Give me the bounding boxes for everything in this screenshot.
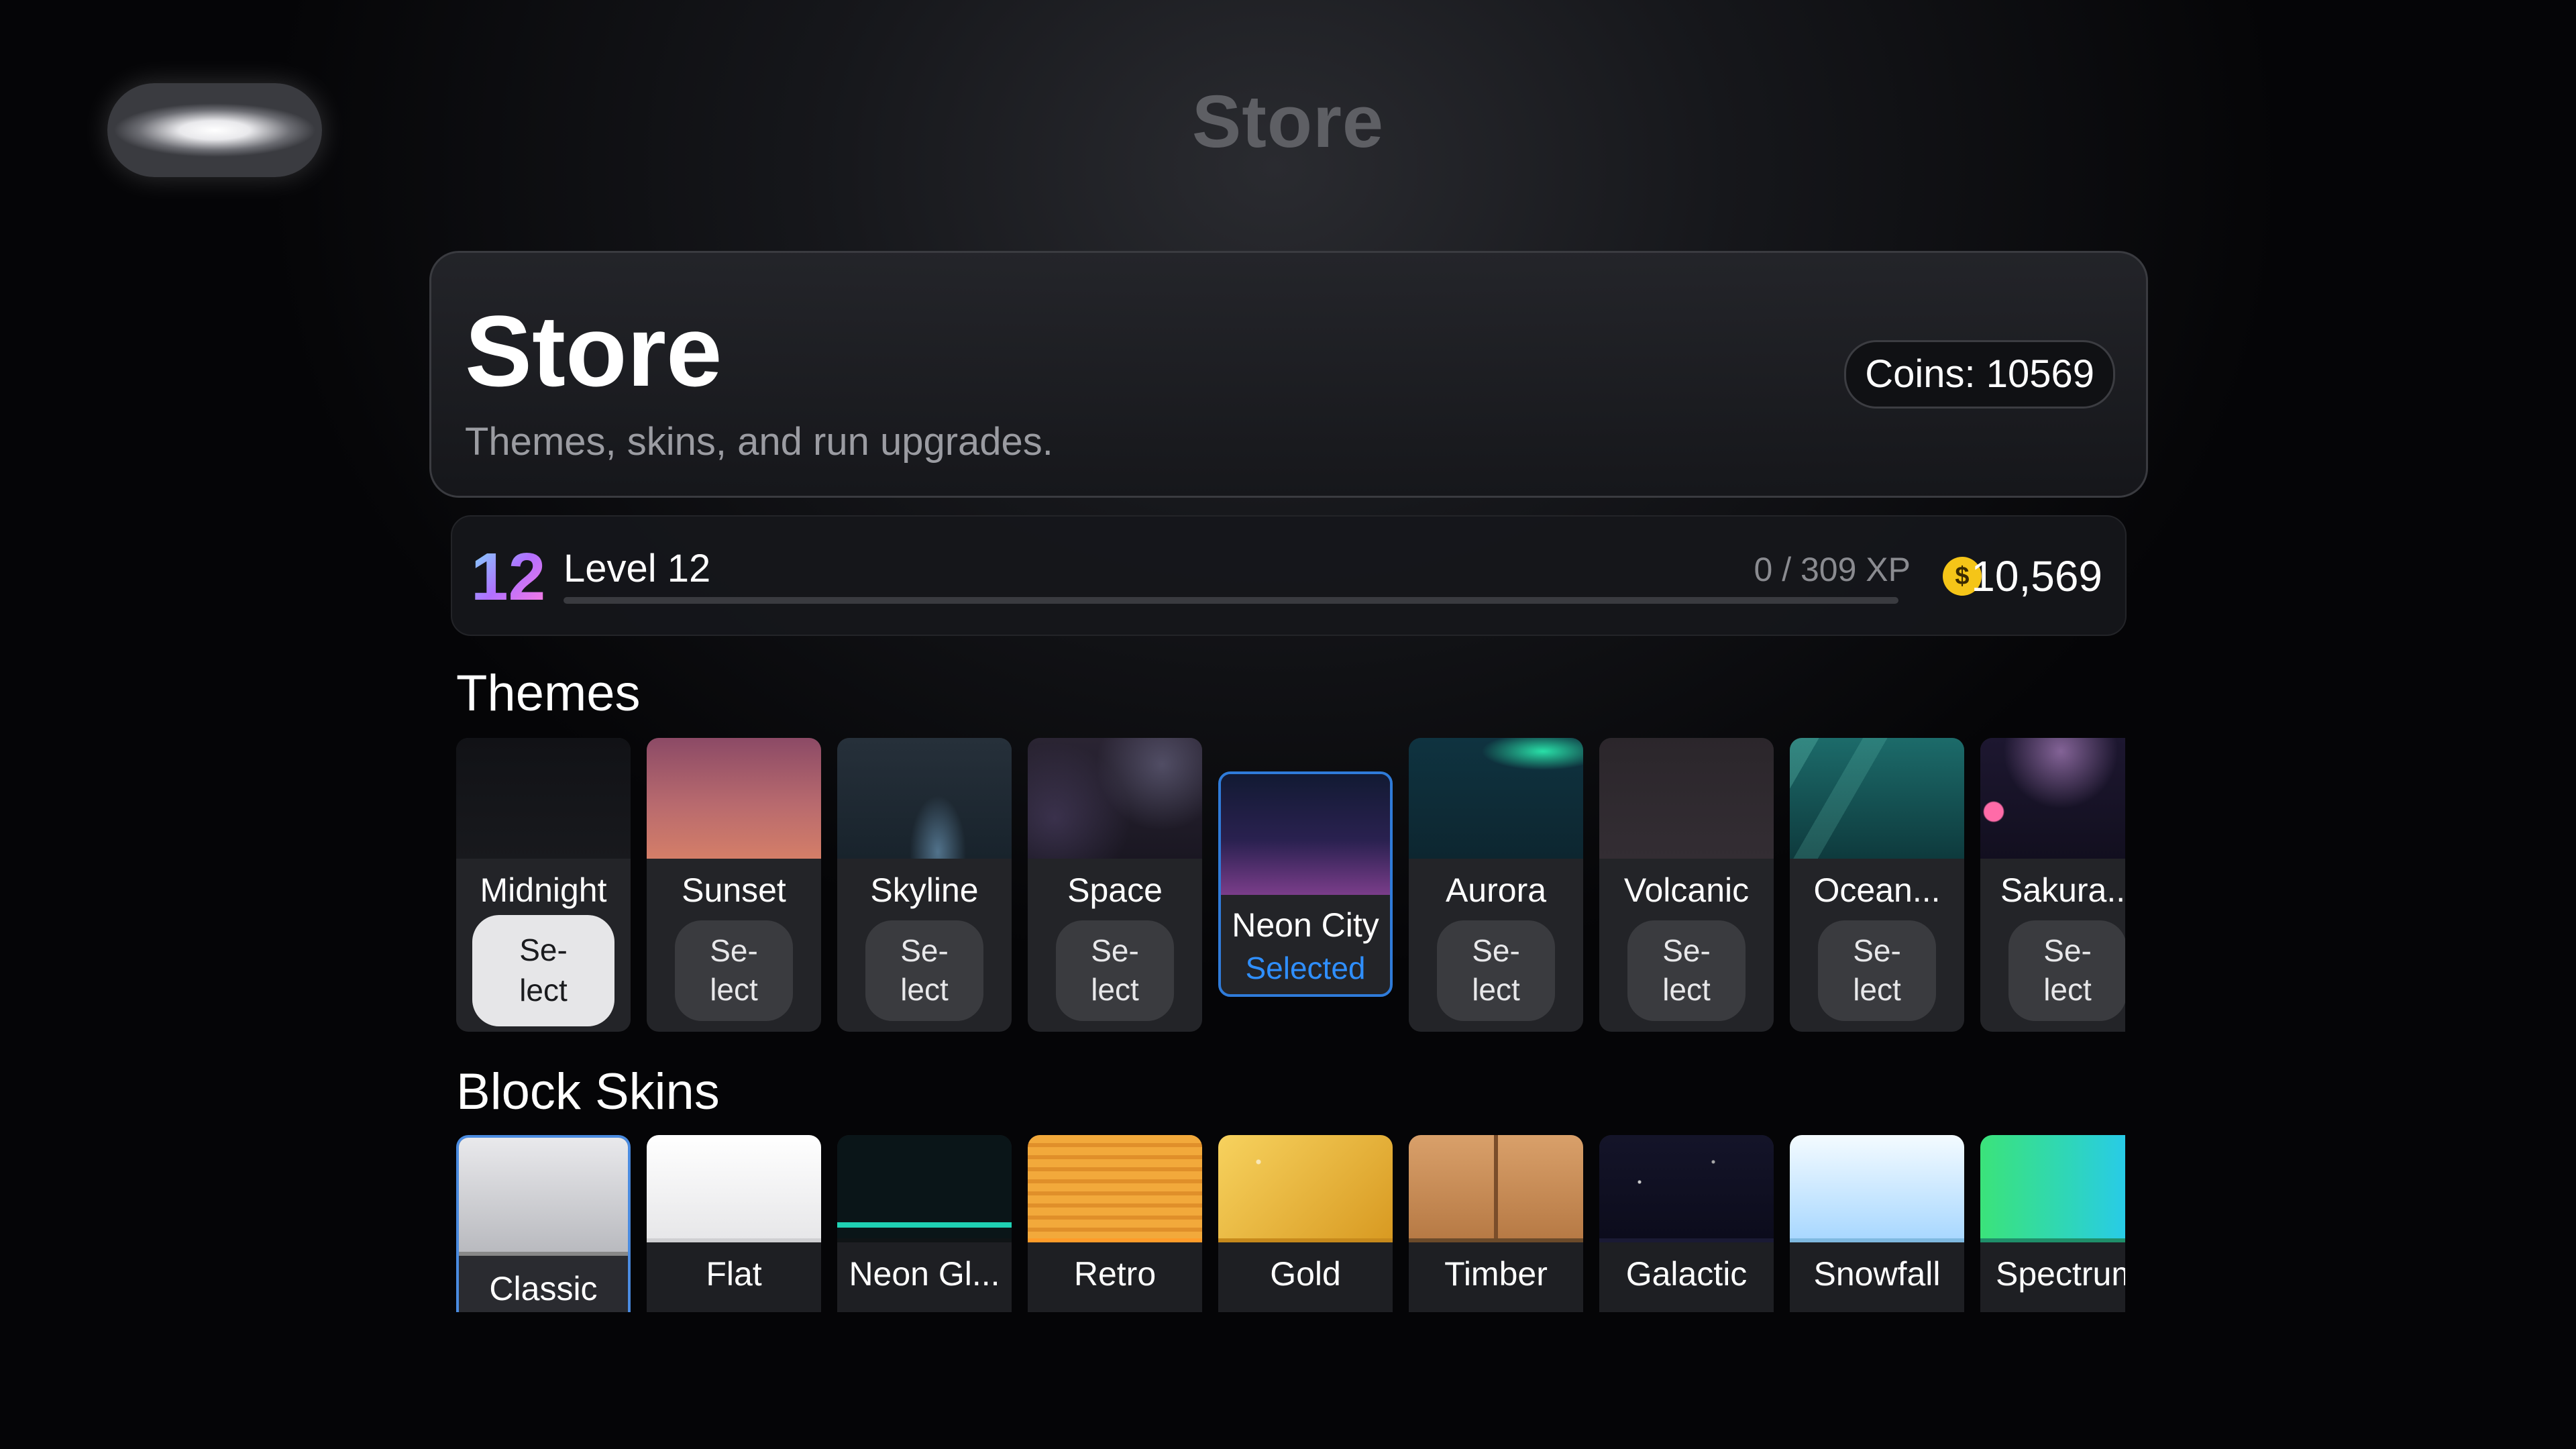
- theme-thumbnail: [1028, 738, 1202, 859]
- level-progress-card: 12 Level 12 0 / 309 XP $ 10,569: [451, 515, 2127, 636]
- skin-name: Galactic: [1625, 1255, 1748, 1293]
- theme-card[interactable]: Neon City Selected: [1218, 771, 1393, 997]
- theme-name: Midnight: [480, 871, 607, 909]
- theme-card[interactable]: Sunset Se- lect: [647, 738, 821, 1032]
- skin-card[interactable]: Snowfall: [1790, 1135, 1964, 1312]
- theme-card[interactable]: Skyline Se- lect: [837, 738, 1012, 1032]
- xp-text: 0 / 309 XP: [1754, 551, 1911, 588]
- skin-name: Snowfall: [1813, 1255, 1941, 1293]
- skin-thumbnail: [1028, 1135, 1202, 1242]
- theme-thumbnail: [1980, 738, 2125, 859]
- skin-thumbnail: [1790, 1135, 1964, 1242]
- theme-thumbnail: [837, 738, 1012, 859]
- themes-section-title: Themes: [456, 665, 641, 722]
- theme-card[interactable]: Aurora Se- lect: [1409, 738, 1583, 1032]
- theme-name: Sakura...: [2000, 871, 2125, 909]
- theme-name: Ocean...: [1813, 871, 1941, 909]
- skin-card[interactable]: Galactic: [1599, 1135, 1774, 1312]
- selected-label: Selected: [1245, 951, 1366, 985]
- theme-thumbnail: [1221, 774, 1390, 895]
- skin-thumbnail: [459, 1138, 628, 1256]
- skin-card[interactable]: Neon Gl...: [837, 1135, 1012, 1312]
- theme-thumbnail: [1790, 738, 1964, 859]
- theme-card[interactable]: Sakura... Se- lect: [1980, 738, 2125, 1032]
- skin-thumbnail: [837, 1135, 1012, 1242]
- xp-progress-bar: [564, 597, 1898, 604]
- theme-name: Volcanic: [1623, 871, 1750, 909]
- skin-card[interactable]: Spectrum: [1980, 1135, 2125, 1312]
- select-button[interactable]: Se- lect: [675, 920, 793, 1021]
- select-button[interactable]: Se- lect: [1627, 920, 1746, 1021]
- skin-thumbnail: [1599, 1135, 1774, 1242]
- select-button[interactable]: Se- lect: [472, 915, 614, 1026]
- coin-amount: 10,569: [1971, 552, 2102, 600]
- nav-title: Store: [1191, 80, 1385, 163]
- select-button[interactable]: Se- lect: [1437, 920, 1555, 1021]
- skin-name: Gold: [1270, 1255, 1341, 1293]
- theme-thumbnail: [1599, 738, 1774, 859]
- coins-badge: Coins: 10569: [1844, 340, 2115, 409]
- skins-section-title: Block Skins: [456, 1063, 720, 1120]
- level-badge-icon: 12: [471, 539, 546, 614]
- theme-name: Sunset: [682, 871, 786, 909]
- select-button[interactable]: Se- lect: [1056, 920, 1174, 1021]
- skin-name: Spectrum: [1996, 1255, 2125, 1293]
- skin-thumbnail: [1409, 1135, 1583, 1242]
- skin-card[interactable]: Classic: [456, 1135, 631, 1312]
- select-button[interactable]: Se- lect: [1818, 920, 1936, 1021]
- theme-thumbnail: [1409, 738, 1583, 859]
- skin-name: Neon Gl...: [849, 1255, 1000, 1293]
- skin-card[interactable]: Flat: [647, 1135, 821, 1312]
- skin-name: Flat: [706, 1255, 762, 1293]
- skin-name: Classic: [489, 1270, 598, 1307]
- skin-thumbnail: [1980, 1135, 2125, 1242]
- skin-name: Timber: [1444, 1255, 1548, 1293]
- page-subtitle: Themes, skins, and run upgrades.: [465, 420, 1053, 464]
- skin-thumbnail: [647, 1135, 821, 1242]
- theme-name: Aurora: [1445, 871, 1547, 909]
- skin-card[interactable]: Retro: [1028, 1135, 1202, 1312]
- theme-card[interactable]: Space Se- lect: [1028, 738, 1202, 1032]
- theme-name: Neon City: [1232, 906, 1379, 944]
- select-button[interactable]: Se- lect: [865, 920, 983, 1021]
- theme-card[interactable]: Volcanic Se- lect: [1599, 738, 1774, 1032]
- theme-name: Skyline: [870, 871, 979, 909]
- theme-card[interactable]: Ocean... Se- lect: [1790, 738, 1964, 1032]
- theme-thumbnail: [647, 738, 821, 859]
- skin-thumbnail: [1218, 1135, 1393, 1242]
- store-header-card: Store Themes, skins, and run upgrades. C…: [429, 251, 2148, 498]
- select-button[interactable]: Se- lect: [2008, 920, 2125, 1021]
- theme-card[interactable]: Midnight Se- lect: [456, 738, 631, 1032]
- level-label: Level 12: [564, 547, 711, 590]
- skin-card[interactable]: Gold: [1218, 1135, 1393, 1312]
- theme-thumbnail: [456, 738, 631, 859]
- skin-name: Retro: [1073, 1255, 1157, 1293]
- skin-card[interactable]: Timber: [1409, 1135, 1583, 1312]
- themes-row: Midnight Se- lect Sunset Se- lect Skyline Se-…: [456, 738, 2125, 1033]
- skins-row: Classic Flat Neon Gl... Retro Gold Timber Gala…: [456, 1135, 2125, 1312]
- page-title: Store: [465, 294, 722, 407]
- theme-name: Space: [1067, 871, 1163, 909]
